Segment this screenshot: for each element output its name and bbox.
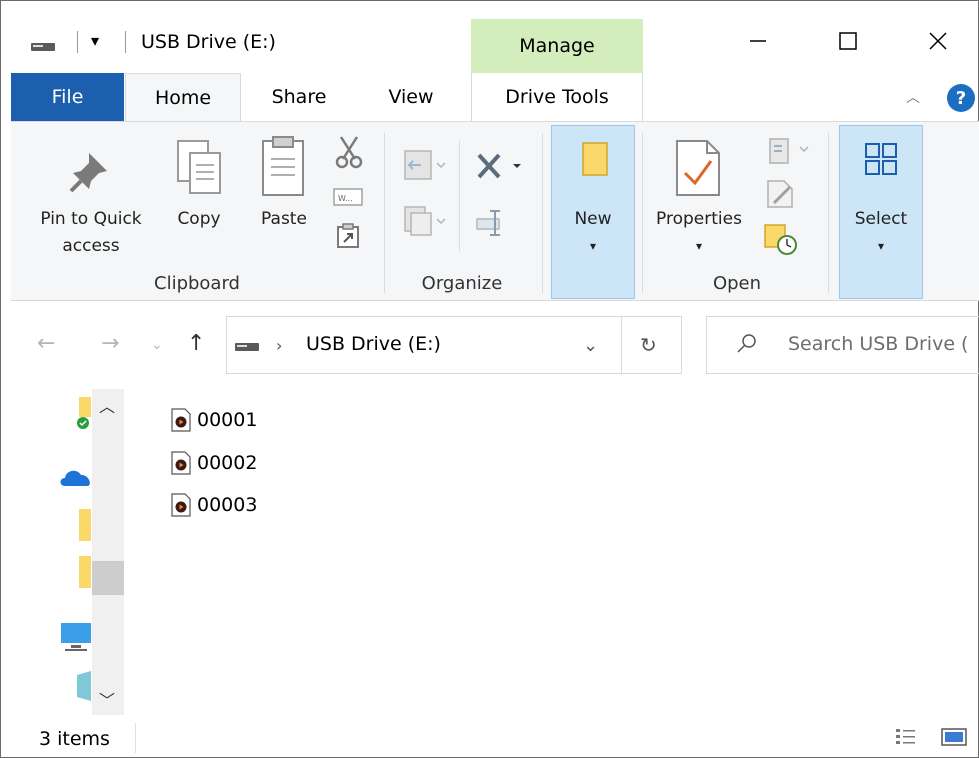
search-icon <box>737 334 756 353</box>
maximize-icon <box>839 32 857 50</box>
help-icon[interactable]: ? <box>947 84 975 112</box>
folder-icon[interactable] <box>79 556 91 588</box>
history-icon[interactable] <box>763 221 799 257</box>
copy-to-icon[interactable] <box>403 205 447 237</box>
tab-file[interactable]: File <box>11 73 124 121</box>
scroll-thumb[interactable] <box>92 561 124 595</box>
refresh-button[interactable]: ↻ <box>640 333 657 357</box>
explorer-window: ▾ USB Drive (E:) Manage File Home Share … <box>0 0 979 758</box>
network-icon[interactable] <box>75 669 93 705</box>
open-icon[interactable] <box>766 137 810 167</box>
organize-group-label: Organize <box>421 273 503 294</box>
collapse-ribbon-icon[interactable]: ︿ <box>906 87 920 107</box>
paste-icon <box>262 136 304 196</box>
file-name: 00001 <box>197 409 258 431</box>
address-dropdown-icon[interactable]: ⌄ <box>583 335 598 356</box>
edit-icon[interactable] <box>766 179 796 209</box>
folder-icon[interactable] <box>79 509 91 541</box>
details-view-icon[interactable] <box>895 727 917 747</box>
address-bar[interactable] <box>226 316 682 374</box>
clipboard-group-label: Clipboard <box>154 273 240 294</box>
title-separator <box>125 31 126 53</box>
minimize-icon <box>750 40 766 42</box>
breadcrumb-usb-drive[interactable]: USB Drive (E:) <box>306 333 441 355</box>
up-button[interactable]: ↑ <box>187 331 205 356</box>
select-grid-icon <box>865 143 897 175</box>
file-name: 00002 <box>197 452 258 474</box>
list-item[interactable]: 00003 <box>171 490 257 520</box>
video-file-icon <box>171 493 191 517</box>
title-separator <box>77 31 78 53</box>
select-label: Select <box>854 209 908 229</box>
nav-pane-scrollbar[interactable] <box>92 389 124 715</box>
group-separator <box>542 133 543 293</box>
organize-inner-separator <box>459 141 460 251</box>
copy-path-icon[interactable]: W... <box>333 187 363 207</box>
large-icons-view-icon[interactable] <box>941 727 967 747</box>
properties-label: Properties <box>656 209 742 229</box>
group-separator <box>384 133 385 293</box>
tab-share[interactable]: Share <box>251 73 347 121</box>
file-name: 00003 <box>197 494 258 516</box>
tab-drive-tools[interactable]: Drive Tools <box>471 73 643 121</box>
maximize-button[interactable] <box>818 21 878 61</box>
new-folder-icon <box>582 142 608 176</box>
paste-shortcut-icon[interactable] <box>336 223 360 249</box>
status-separator <box>135 723 136 753</box>
select-caret: ▾ <box>877 239 885 253</box>
title-bar: ▾ USB Drive (E:) Manage <box>1 1 978 73</box>
open-group-label: Open <box>712 273 762 294</box>
onedrive-icon[interactable] <box>59 466 93 488</box>
item-count: 3 items <box>39 728 110 750</box>
manage-context-label: Manage <box>519 35 595 57</box>
video-file-icon <box>171 408 191 432</box>
scroll-down-icon[interactable]: ﹀ <box>99 687 115 711</box>
address-divider <box>621 316 622 374</box>
delete-icon[interactable] <box>475 151 527 183</box>
group-separator <box>828 133 829 293</box>
tab-view[interactable]: View <box>361 73 461 121</box>
new-caret: ▾ <box>589 239 597 253</box>
forward-button[interactable]: → <box>101 331 119 356</box>
list-item[interactable]: 00002 <box>171 448 257 478</box>
pin-icon <box>69 153 107 193</box>
back-button[interactable]: ← <box>37 331 55 356</box>
properties-icon <box>676 140 720 196</box>
this-pc-icon[interactable] <box>59 621 93 653</box>
copy-label: Copy <box>177 209 221 229</box>
drive-icon <box>235 343 259 351</box>
pin-label-line1: Pin to Quick <box>40 209 142 229</box>
move-to-icon[interactable] <box>403 149 447 181</box>
search-input[interactable]: Search USB Drive ( <box>788 333 968 355</box>
drive-icon <box>31 43 55 51</box>
window-title: USB Drive (E:) <box>141 31 276 53</box>
minimize-button[interactable] <box>728 21 788 61</box>
pin-label-line2: access <box>62 236 120 256</box>
recent-locations-button[interactable]: ⌄ <box>151 337 163 353</box>
list-item[interactable]: 00001 <box>171 405 257 435</box>
breadcrumb-chevron-icon[interactable]: › <box>276 336 282 355</box>
close-icon <box>929 32 947 50</box>
svg-text:W...: W... <box>338 194 353 203</box>
cut-icon[interactable] <box>335 135 363 169</box>
tab-home[interactable]: Home <box>125 73 241 122</box>
customize-quick-access-button[interactable]: ▾ <box>91 31 99 50</box>
rename-icon[interactable] <box>475 209 511 237</box>
new-label: New <box>574 209 612 229</box>
properties-caret: ▾ <box>695 239 703 253</box>
scroll-up-icon[interactable]: ︿ <box>99 393 115 417</box>
close-button[interactable] <box>908 21 968 61</box>
copy-icon <box>177 140 221 194</box>
paste-label: Paste <box>261 209 307 229</box>
synced-folder-icon[interactable] <box>75 397 95 435</box>
video-file-icon <box>171 451 191 475</box>
